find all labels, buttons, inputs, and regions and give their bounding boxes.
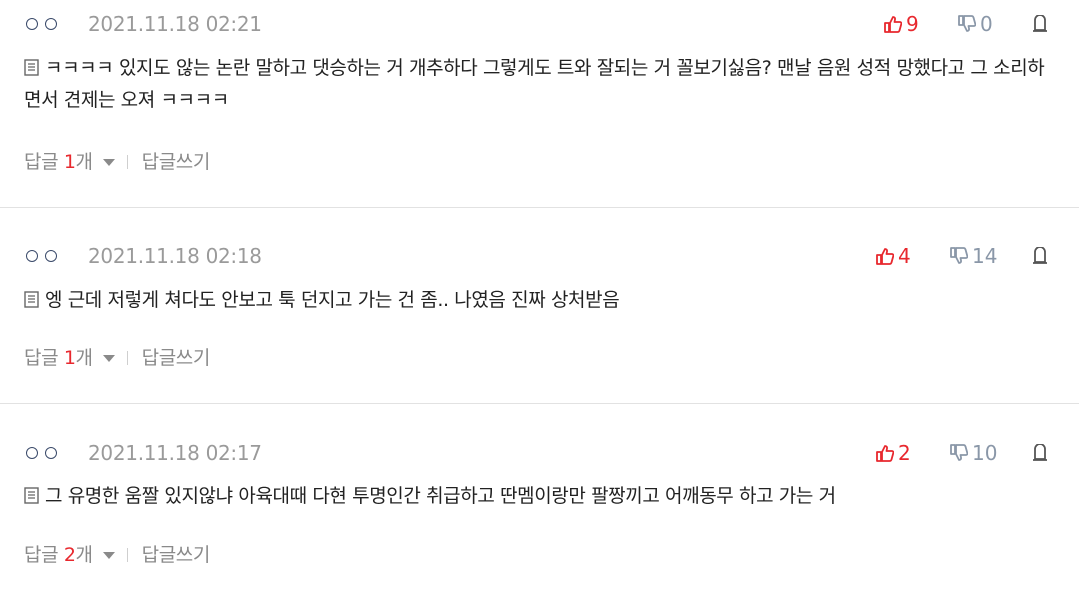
- reply-toggle[interactable]: 답글 1개: [24, 347, 115, 369]
- divider: [126, 155, 128, 169]
- dislike-count: 10: [972, 441, 998, 465]
- comment-item: 2021.11.18 02:17 2 10 그 유명한 움짤 있지않냐 아육대때…: [0, 404, 1079, 589]
- reply-toggle[interactable]: 답글 2개: [24, 544, 115, 566]
- document-icon: [24, 487, 39, 504]
- reply-unit: 개: [75, 151, 93, 173]
- comment-body: 엥 근데 저렇게 쳐다도 안보고 툭 던지고 가는 건 좀.. 나였음 진짜 상…: [24, 284, 1049, 316]
- caret-down-icon: [102, 552, 115, 559]
- comment-footer: 답글 2개 답글쓰기: [24, 543, 210, 567]
- document-icon: [24, 59, 39, 76]
- like-count: 4: [898, 244, 911, 268]
- dislike-button[interactable]: 0: [958, 12, 993, 36]
- comment-text: 엥 근데 저렇게 쳐다도 안보고 툭 던지고 가는 건 좀.. 나였음 진짜 상…: [45, 289, 620, 311]
- anonymous-circles-icon: [26, 250, 64, 262]
- like-count: 2: [898, 441, 911, 465]
- reply-label: 답글: [24, 151, 59, 173]
- write-reply-link[interactable]: 답글쓰기: [142, 347, 211, 369]
- reply-count: 1: [63, 347, 76, 369]
- comment-body: ㅋㅋㅋㅋ 있지도 않는 논란 말하고 댓승하는 거 개추하다 그렇게도 트와 잘…: [24, 52, 1049, 116]
- reply-count: 1: [63, 151, 76, 173]
- comment-header: 2021.11.18 02:21 9 0: [24, 12, 1079, 36]
- thumbs-up-icon: [884, 16, 902, 33]
- write-reply-link[interactable]: 답글쓰기: [142, 151, 211, 173]
- reply-count: 2: [63, 544, 76, 566]
- comment-item: 2021.11.18 02:21 9 0 ㅋㅋㅋㅋ 있지도 않는 논란 말하고 …: [0, 0, 1079, 207]
- comment-date: 2021.11.18 02:17: [88, 441, 262, 465]
- caret-down-icon: [102, 159, 115, 166]
- comment-header: 2021.11.18 02:18 4 14: [24, 244, 1079, 268]
- report-icon[interactable]: [1032, 247, 1048, 265]
- like-button[interactable]: 2: [876, 441, 911, 465]
- comment-date: 2021.11.18 02:18: [88, 244, 262, 268]
- reply-toggle[interactable]: 답글 1개: [24, 151, 115, 173]
- comment-footer: 답글 1개 답글쓰기: [24, 346, 210, 370]
- document-icon: [24, 291, 39, 308]
- like-button[interactable]: 4: [876, 244, 911, 268]
- anonymous-circles-icon: [26, 18, 64, 30]
- comment-footer: 답글 1개 답글쓰기: [24, 150, 210, 174]
- reply-label: 답글: [24, 544, 59, 566]
- dislike-button[interactable]: 14: [950, 244, 997, 268]
- thumbs-up-icon: [876, 445, 894, 462]
- divider: [126, 548, 128, 562]
- caret-down-icon: [102, 355, 115, 362]
- dislike-count: 14: [972, 244, 998, 268]
- reply-unit: 개: [75, 544, 93, 566]
- like-count: 9: [906, 12, 919, 36]
- dislike-count: 0: [980, 12, 993, 36]
- like-button[interactable]: 9: [884, 12, 919, 36]
- thumbs-down-icon: [950, 247, 968, 264]
- comment-text: ㅋㅋㅋㅋ 있지도 않는 논란 말하고 댓승하는 거 개추하다 그렇게도 트와 잘…: [24, 57, 1045, 111]
- comment-date: 2021.11.18 02:21: [88, 12, 262, 36]
- anonymous-circles-icon: [26, 447, 64, 459]
- comment-header: 2021.11.18 02:17 2 10: [24, 441, 1079, 465]
- thumbs-up-icon: [876, 248, 894, 265]
- dislike-button[interactable]: 10: [950, 441, 997, 465]
- report-icon[interactable]: [1032, 15, 1048, 33]
- comment-body: 그 유명한 움짤 있지않냐 아육대때 다현 투명인간 취급하고 딴멤이랑만 팔짱…: [24, 480, 1049, 512]
- write-reply-link[interactable]: 답글쓰기: [142, 544, 211, 566]
- thumbs-down-icon: [958, 15, 976, 32]
- divider: [126, 351, 128, 365]
- reply-label: 답글: [24, 347, 59, 369]
- reply-unit: 개: [75, 347, 93, 369]
- thumbs-down-icon: [950, 444, 968, 461]
- comment-text: 그 유명한 움짤 있지않냐 아육대때 다현 투명인간 취급하고 딴멤이랑만 팔짱…: [45, 485, 836, 507]
- report-icon[interactable]: [1032, 444, 1048, 462]
- comment-item: 2021.11.18 02:18 4 14 엥 근데 저렇게 쳐다도 안보고 툭…: [0, 208, 1079, 403]
